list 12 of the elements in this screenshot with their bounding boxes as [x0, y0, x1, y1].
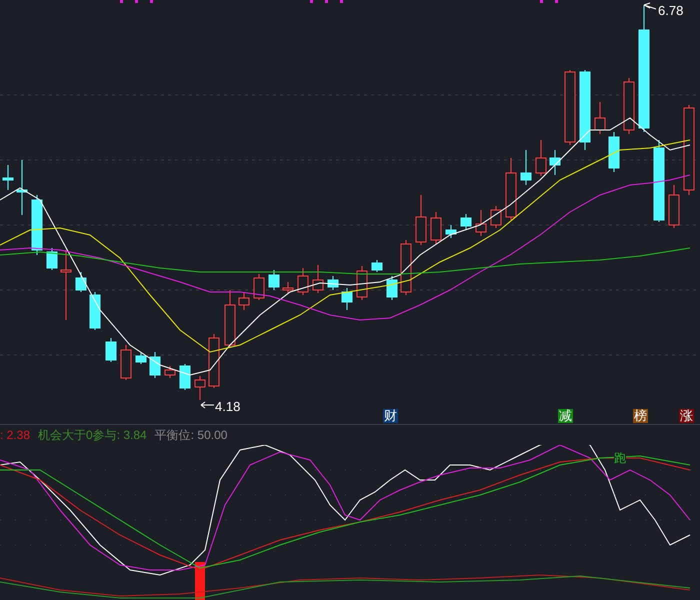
indicator-legend-text: 平衡位: 50.00 — [154, 427, 228, 444]
indicator-legend-text: 机会大于0参与: 3.84 — [38, 427, 147, 444]
high-price-label: 6.78 — [658, 2, 684, 20]
event-badge: 榜 — [633, 409, 648, 423]
event-badge: 涨 — [679, 409, 694, 423]
signal-label: 跑 — [614, 451, 626, 465]
leader-arrow — [200, 402, 214, 408]
event-badge: 减 — [558, 409, 573, 423]
leader-arrow — [644, 2, 656, 10]
low-price-label: 4.18 — [215, 398, 240, 416]
indicator-legend-text: : 2.38 — [0, 427, 30, 444]
event-badge: 财 — [383, 409, 398, 423]
